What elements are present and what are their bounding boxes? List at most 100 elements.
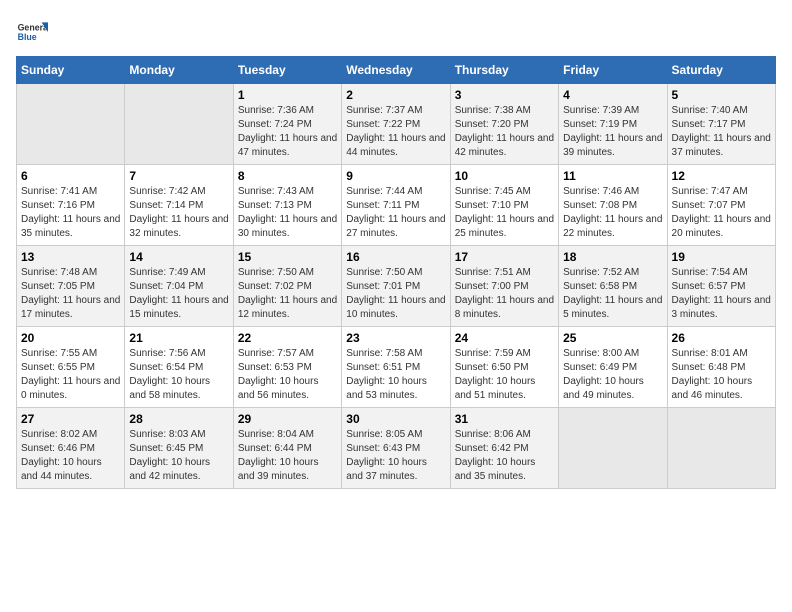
calendar-cell: 20 Sunrise: 7:55 AM Sunset: 6:55 PM Dayli…: [17, 327, 125, 408]
calendar-cell: 8 Sunrise: 7:43 AM Sunset: 7:13 PM Daylig…: [233, 165, 341, 246]
day-number: 18: [563, 250, 662, 264]
day-content: Sunrise: 7:36 AM Sunset: 7:24 PM Dayligh…: [238, 104, 337, 160]
calendar-cell: 7Sunrise: 7:42 AM Sunset: 7:14 PM Daylig…: [125, 165, 233, 246]
day-content: Sunrise: 7:51 AM Sunset: 7:00 PM Dayligh…: [455, 266, 554, 322]
day-number: 3: [455, 88, 554, 102]
day-content: Sunrise: 7:52 AM Sunset: 6:58 PM Dayligh…: [563, 266, 662, 322]
weekday-header-monday: Monday: [125, 57, 233, 84]
logo-icon: General Blue: [16, 16, 48, 48]
day-number: 23: [346, 331, 445, 345]
day-content: Sunrise: 7:38 AM Sunset: 7:20 PM Dayligh…: [455, 104, 554, 160]
calendar-cell: 14 Sunrise: 7:49 AM Sunset: 7:04 PM Dayli…: [125, 246, 233, 327]
day-content: Sunrise: 7:50 AM Sunset: 7:01 PM Dayligh…: [346, 266, 445, 322]
weekday-header-row: SundayMondayTuesdayWednesdayThursdayFrid…: [17, 57, 776, 84]
day-number: 6: [21, 169, 120, 183]
day-content: Sunrise: 7:50 AM Sunset: 7:02 PM Dayligh…: [238, 266, 337, 322]
day-number: 10: [455, 169, 554, 183]
day-content: Sunrise: 7:58 AM Sunset: 6:51 PM Dayligh…: [346, 347, 445, 403]
calendar-cell: [17, 84, 125, 165]
day-content: Sunrise: 8:04 AM Sunset: 6:44 PM Dayligh…: [238, 428, 337, 484]
calendar-cell: 24 Sunrise: 7:59 AM Sunset: 6:50 PM Dayli…: [450, 327, 558, 408]
day-number: 11: [563, 169, 662, 183]
weekday-header-tuesday: Tuesday: [233, 57, 341, 84]
day-number: 22: [238, 331, 337, 345]
page-header: General Blue: [16, 16, 776, 48]
day-number: 20: [21, 331, 120, 345]
day-number: 9: [346, 169, 445, 183]
day-content: Sunrise: 7:48 AM Sunset: 7:05 PM Dayligh…: [21, 266, 120, 322]
day-content: Sunrise: 7:49 AM Sunset: 7:04 PM Dayligh…: [129, 266, 228, 322]
day-number: 24: [455, 331, 554, 345]
calendar-cell: 30 Sunrise: 8:05 AM Sunset: 6:43 PM Dayli…: [342, 408, 450, 489]
day-content: Sunrise: 8:00 AM Sunset: 6:49 PM Dayligh…: [563, 347, 662, 403]
day-number: 2: [346, 88, 445, 102]
day-number: 30: [346, 412, 445, 426]
calendar-cell: 11 Sunrise: 7:46 AM Sunset: 7:08 PM Dayli…: [559, 165, 667, 246]
calendar-cell: 9 Sunrise: 7:44 AM Sunset: 7:11 PM Daylig…: [342, 165, 450, 246]
day-number: 12: [672, 169, 771, 183]
day-content: Sunrise: 7:56 AM Sunset: 6:54 PM Dayligh…: [129, 347, 228, 403]
day-content: Sunrise: 7:45 AM Sunset: 7:10 PM Dayligh…: [455, 185, 554, 241]
day-number: 14: [129, 250, 228, 264]
week-row-1: 1Sunrise: 7:36 AM Sunset: 7:24 PM Daylig…: [17, 84, 776, 165]
day-content: Sunrise: 8:05 AM Sunset: 6:43 PM Dayligh…: [346, 428, 445, 484]
day-number: 8: [238, 169, 337, 183]
day-content: Sunrise: 7:55 AM Sunset: 6:55 PM Dayligh…: [21, 347, 120, 403]
calendar-cell: 23 Sunrise: 7:58 AM Sunset: 6:51 PM Dayli…: [342, 327, 450, 408]
calendar-cell: 3 Sunrise: 7:38 AM Sunset: 7:20 PM Daylig…: [450, 84, 558, 165]
calendar-cell: 12 Sunrise: 7:47 AM Sunset: 7:07 PM Dayli…: [667, 165, 775, 246]
day-number: 29: [238, 412, 337, 426]
week-row-5: 27 Sunrise: 8:02 AM Sunset: 6:46 PM Dayli…: [17, 408, 776, 489]
calendar-cell: 22 Sunrise: 7:57 AM Sunset: 6:53 PM Dayli…: [233, 327, 341, 408]
calendar-cell: 1Sunrise: 7:36 AM Sunset: 7:24 PM Daylig…: [233, 84, 341, 165]
calendar-cell: 6Sunrise: 7:41 AM Sunset: 7:16 PM Daylig…: [17, 165, 125, 246]
day-number: 13: [21, 250, 120, 264]
weekday-header-friday: Friday: [559, 57, 667, 84]
day-content: Sunrise: 8:06 AM Sunset: 6:42 PM Dayligh…: [455, 428, 554, 484]
day-number: 21: [129, 331, 228, 345]
day-number: 4: [563, 88, 662, 102]
calendar-cell: 16 Sunrise: 7:50 AM Sunset: 7:01 PM Dayli…: [342, 246, 450, 327]
day-number: 7: [129, 169, 228, 183]
logo: General Blue: [16, 16, 52, 48]
day-content: Sunrise: 7:37 AM Sunset: 7:22 PM Dayligh…: [346, 104, 445, 160]
svg-text:Blue: Blue: [18, 32, 37, 42]
day-number: 31: [455, 412, 554, 426]
day-number: 16: [346, 250, 445, 264]
day-content: Sunrise: 7:39 AM Sunset: 7:19 PM Dayligh…: [563, 104, 662, 160]
day-number: 28: [129, 412, 228, 426]
calendar-cell: 5Sunrise: 7:40 AM Sunset: 7:17 PM Daylig…: [667, 84, 775, 165]
day-content: Sunrise: 7:43 AM Sunset: 7:13 PM Dayligh…: [238, 185, 337, 241]
day-content: Sunrise: 8:03 AM Sunset: 6:45 PM Dayligh…: [129, 428, 228, 484]
day-number: 25: [563, 331, 662, 345]
day-content: Sunrise: 7:57 AM Sunset: 6:53 PM Dayligh…: [238, 347, 337, 403]
calendar-cell: 17 Sunrise: 7:51 AM Sunset: 7:00 PM Dayli…: [450, 246, 558, 327]
calendar-cell: 25 Sunrise: 8:00 AM Sunset: 6:49 PM Dayli…: [559, 327, 667, 408]
calendar-cell: 21 Sunrise: 7:56 AM Sunset: 6:54 PM Dayli…: [125, 327, 233, 408]
day-content: Sunrise: 7:46 AM Sunset: 7:08 PM Dayligh…: [563, 185, 662, 241]
day-content: Sunrise: 8:02 AM Sunset: 6:46 PM Dayligh…: [21, 428, 120, 484]
day-content: Sunrise: 7:44 AM Sunset: 7:11 PM Dayligh…: [346, 185, 445, 241]
calendar-cell: 15Sunrise: 7:50 AM Sunset: 7:02 PM Dayli…: [233, 246, 341, 327]
week-row-3: 13 Sunrise: 7:48 AM Sunset: 7:05 PM Dayli…: [17, 246, 776, 327]
calendar-cell: 31 Sunrise: 8:06 AM Sunset: 6:42 PM Dayli…: [450, 408, 558, 489]
week-row-2: 6Sunrise: 7:41 AM Sunset: 7:16 PM Daylig…: [17, 165, 776, 246]
day-content: Sunrise: 7:59 AM Sunset: 6:50 PM Dayligh…: [455, 347, 554, 403]
calendar-cell: [125, 84, 233, 165]
weekday-header-saturday: Saturday: [667, 57, 775, 84]
calendar-cell: [559, 408, 667, 489]
calendar-cell: 19Sunrise: 7:54 AM Sunset: 6:57 PM Dayli…: [667, 246, 775, 327]
day-content: Sunrise: 7:47 AM Sunset: 7:07 PM Dayligh…: [672, 185, 771, 241]
day-number: 5: [672, 88, 771, 102]
day-content: Sunrise: 8:01 AM Sunset: 6:48 PM Dayligh…: [672, 347, 771, 403]
calendar-cell: [667, 408, 775, 489]
day-number: 26: [672, 331, 771, 345]
day-content: Sunrise: 7:54 AM Sunset: 6:57 PM Dayligh…: [672, 266, 771, 322]
day-number: 17: [455, 250, 554, 264]
calendar-cell: 13 Sunrise: 7:48 AM Sunset: 7:05 PM Dayli…: [17, 246, 125, 327]
day-number: 27: [21, 412, 120, 426]
calendar-cell: 4 Sunrise: 7:39 AM Sunset: 7:19 PM Daylig…: [559, 84, 667, 165]
weekday-header-sunday: Sunday: [17, 57, 125, 84]
week-row-4: 20 Sunrise: 7:55 AM Sunset: 6:55 PM Dayli…: [17, 327, 776, 408]
calendar-cell: 26 Sunrise: 8:01 AM Sunset: 6:48 PM Dayli…: [667, 327, 775, 408]
